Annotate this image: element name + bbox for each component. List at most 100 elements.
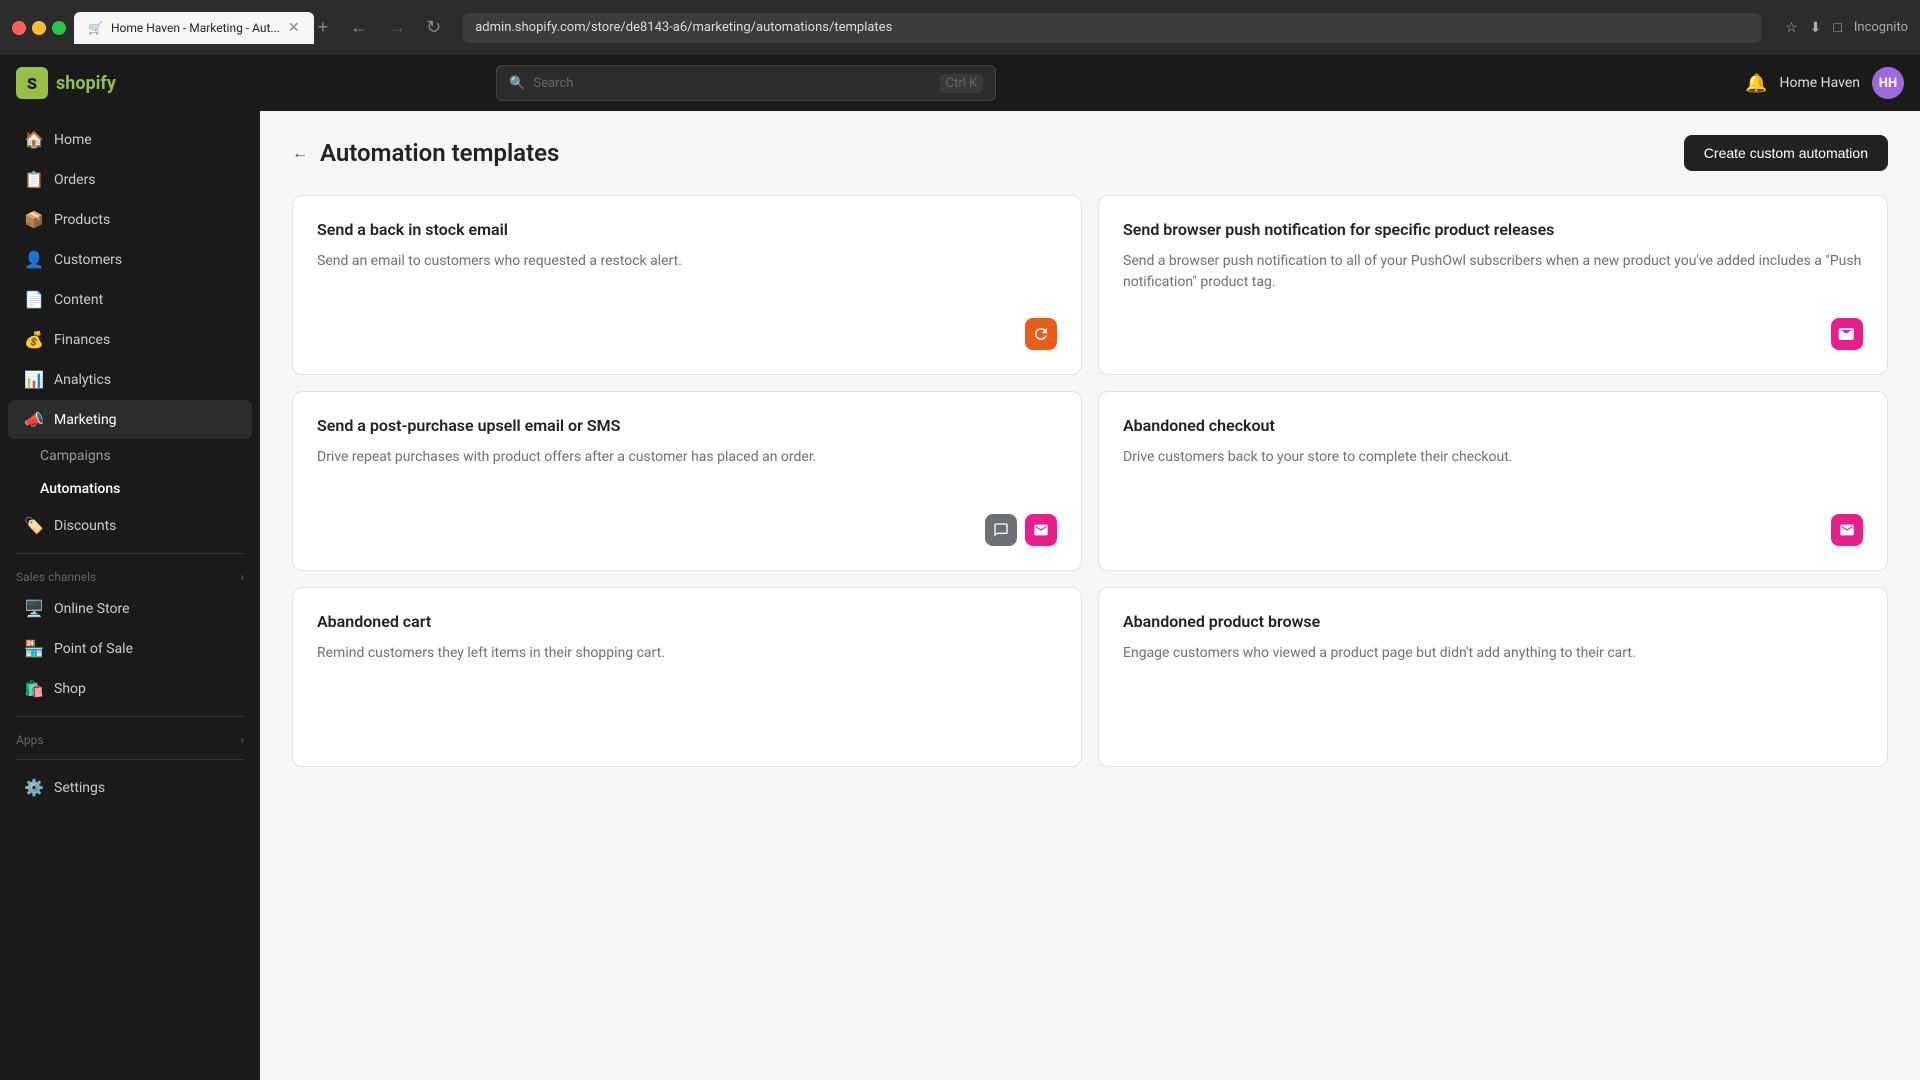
tab-label: Home Haven - Marketing - Aut...: [111, 21, 280, 35]
template-card-browser-push[interactable]: Send browser push notification for speci…: [1098, 195, 1888, 375]
sidebar-item-campaigns[interactable]: Campaigns: [40, 440, 252, 472]
browser-icons: ☆ ⬇ □ Incognito: [1785, 19, 1908, 36]
content-icon: 📄: [24, 290, 44, 309]
template-card-post-purchase[interactable]: Send a post-purchase upsell email or SMS…: [292, 391, 1082, 571]
tab-close-button[interactable]: ✕: [288, 20, 300, 36]
template-card-abandoned-cart[interactable]: Abandoned cart Remind customers they lef…: [292, 587, 1082, 767]
sidebar-section-apps[interactable]: Apps ›: [0, 725, 260, 751]
main-content: ← Automation templates Create custom aut…: [260, 111, 1920, 1080]
address-bar[interactable]: admin.shopify.com/store/de8143-a6/market…: [463, 13, 1761, 43]
search-shortcut: Ctrl K: [940, 74, 984, 93]
card-title-abandoned-browse: Abandoned product browse: [1123, 612, 1863, 631]
sidebar-label-point-of-sale: Point of Sale: [54, 641, 133, 657]
settings-icon: ⚙️: [24, 778, 44, 797]
page-header-left: ← Automation templates: [292, 139, 559, 167]
sidebar-separator-2: [16, 716, 244, 717]
sidebar-label-discounts: Discounts: [54, 518, 116, 534]
sidebar-separator-3: [16, 759, 244, 760]
template-card-abandoned-checkout[interactable]: Abandoned checkout Drive customers back …: [1098, 391, 1888, 571]
sidebar: 🏠 Home 📋 Orders 📦 Products 👤 Customers 📄…: [0, 111, 260, 1080]
sidebar-item-products[interactable]: 📦 Products: [8, 200, 252, 239]
templates-grid: Send a back in stock email Send an email…: [292, 195, 1888, 767]
home-icon: 🏠: [24, 130, 44, 149]
close-window-button[interactable]: [12, 21, 26, 35]
search-placeholder: Search: [533, 76, 573, 91]
card-desc-abandoned-browse: Engage customers who viewed a product pa…: [1123, 643, 1863, 726]
card-desc-abandoned-checkout: Drive customers back to your store to co…: [1123, 447, 1863, 498]
sidebar-item-content[interactable]: 📄 Content: [8, 280, 252, 319]
page-title: Automation templates: [320, 139, 559, 167]
store-name: Home Haven: [1779, 75, 1860, 91]
point-of-sale-icon: 🏪: [24, 639, 44, 658]
apps-label: Apps: [16, 733, 44, 747]
template-card-back-in-stock[interactable]: Send a back in stock email Send an email…: [292, 195, 1082, 375]
shop-icon: 🛍️: [24, 679, 44, 698]
search-bar[interactable]: 🔍 Search Ctrl K: [496, 65, 996, 101]
bookmark-icon[interactable]: ☆: [1785, 20, 1798, 36]
card-icons-abandoned-checkout: [1123, 514, 1863, 546]
sidebar-label-content: Content: [54, 292, 103, 308]
finances-icon: 💰: [24, 330, 44, 349]
card-title-browser-push: Send browser push notification for speci…: [1123, 220, 1863, 239]
sidebar-item-finances[interactable]: 💰 Finances: [8, 320, 252, 359]
minimize-window-button[interactable]: [32, 21, 46, 35]
sidebar-item-shop[interactable]: 🛍️ Shop: [8, 669, 252, 708]
card-title-abandoned-checkout: Abandoned checkout: [1123, 416, 1863, 435]
shopify-logo: S shopify: [16, 67, 116, 99]
sms-icon: [985, 514, 1017, 546]
sidebar-separator: [16, 553, 244, 554]
sidebar-item-orders[interactable]: 📋 Orders: [8, 160, 252, 199]
sidebar-item-marketing[interactable]: 📣 Marketing: [8, 400, 252, 439]
download-icon[interactable]: ⬇: [1810, 20, 1822, 36]
sidebar-item-settings[interactable]: ⚙️ Settings: [8, 768, 252, 807]
url-text: admin.shopify.com/store/de8143-a6/market…: [475, 20, 892, 35]
products-icon: 📦: [24, 210, 44, 229]
sidebar-item-home[interactable]: 🏠 Home: [8, 120, 252, 159]
notification-bell-icon[interactable]: 🔔: [1745, 73, 1767, 94]
chevron-right-icon: ›: [240, 570, 244, 584]
sidebar-item-point-of-sale[interactable]: 🏪 Point of Sale: [8, 629, 252, 668]
create-custom-automation-button[interactable]: Create custom automation: [1684, 135, 1888, 171]
page-header: ← Automation templates Create custom aut…: [292, 135, 1888, 171]
extensions-icon[interactable]: □: [1833, 19, 1841, 36]
back-in-stock-icon: [1025, 318, 1057, 350]
tab-bar: 🛒 Home Haven - Marketing - Aut... ✕ +: [74, 12, 328, 44]
card-title-abandoned-cart: Abandoned cart: [317, 612, 1057, 631]
sidebar-item-discounts[interactable]: 🏷️ Discounts: [8, 506, 252, 545]
card-icons-browser-push: [1123, 318, 1863, 350]
template-card-abandoned-browse[interactable]: Abandoned product browse Engage customer…: [1098, 587, 1888, 767]
sidebar-label-products: Products: [54, 212, 110, 228]
card-desc-post-purchase: Drive repeat purchases with product offe…: [317, 447, 1057, 498]
profile-icon[interactable]: Incognito: [1854, 20, 1908, 35]
browser-chrome: 🛒 Home Haven - Marketing - Aut... ✕ + ← …: [0, 0, 1920, 55]
abandoned-checkout-email-icon: [1831, 514, 1863, 546]
active-tab[interactable]: 🛒 Home Haven - Marketing - Aut... ✕: [74, 12, 314, 44]
sidebar-item-customers[interactable]: 👤 Customers: [8, 240, 252, 279]
back-arrow-button[interactable]: ←: [292, 143, 308, 163]
sidebar-item-analytics[interactable]: 📊 Analytics: [8, 360, 252, 399]
new-tab-button[interactable]: +: [318, 17, 329, 38]
sidebar-label-home: Home: [54, 132, 92, 148]
forward-button[interactable]: →: [382, 13, 412, 42]
push-notification-icon: [1831, 318, 1863, 350]
card-title-post-purchase: Send a post-purchase upsell email or SMS: [317, 416, 1057, 435]
maximize-window-button[interactable]: [52, 21, 66, 35]
back-button[interactable]: ←: [344, 13, 374, 42]
card-icons-post-purchase: [317, 514, 1057, 546]
automations-label: Automations: [40, 481, 120, 497]
sales-channels-label: Sales channels: [16, 570, 96, 584]
sidebar-label-online-store: Online Store: [54, 601, 130, 617]
card-desc-abandoned-cart: Remind customers they left items in thei…: [317, 643, 1057, 726]
apps-chevron-icon: ›: [240, 733, 244, 747]
sidebar-marketing-sub: Campaigns Automations: [0, 440, 260, 505]
card-title-back-in-stock: Send a back in stock email: [317, 220, 1057, 239]
sidebar-item-automations[interactable]: Automations: [40, 473, 252, 505]
avatar[interactable]: HH: [1872, 67, 1904, 99]
sidebar-item-online-store[interactable]: 🖥️ Online Store: [8, 589, 252, 628]
sidebar-section-sales-channels[interactable]: Sales channels ›: [0, 562, 260, 588]
card-icons-back-in-stock: [317, 318, 1057, 350]
card-desc-browser-push: Send a browser push notification to all …: [1123, 251, 1863, 302]
customers-icon: 👤: [24, 250, 44, 269]
sidebar-label-marketing: Marketing: [54, 412, 117, 428]
reload-button[interactable]: ↻: [420, 13, 447, 42]
